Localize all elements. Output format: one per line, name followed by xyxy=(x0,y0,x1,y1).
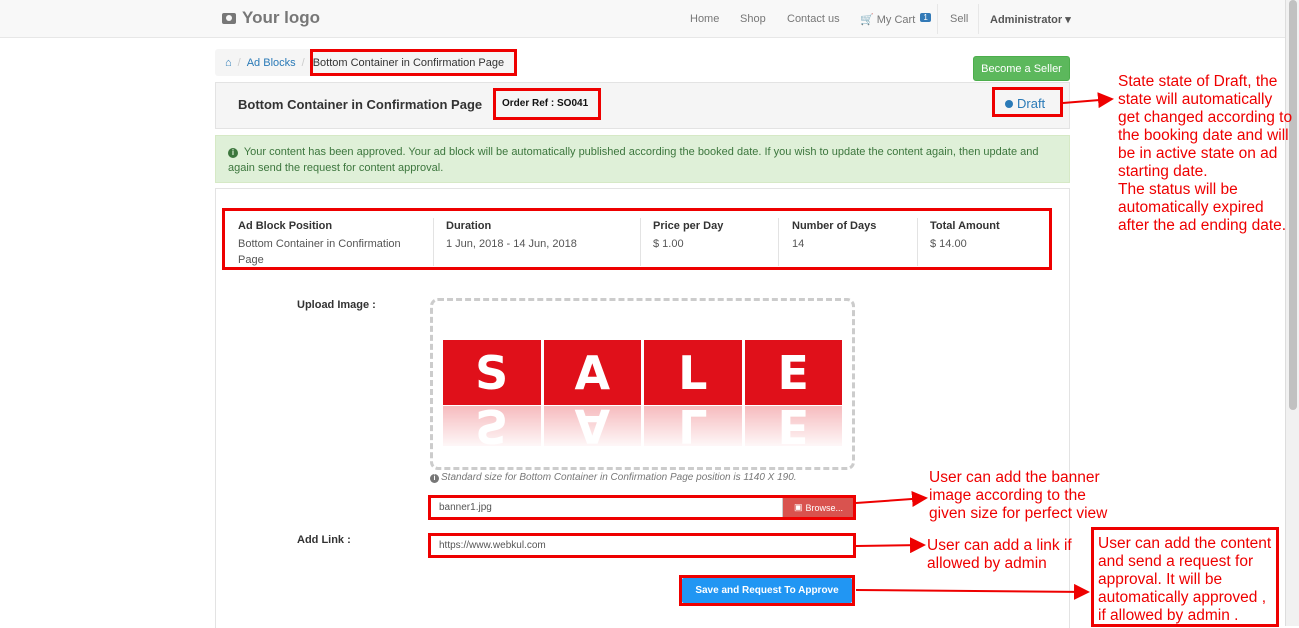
annotation-box xyxy=(992,87,1063,117)
annotation-link-note: User can add a link if allowed by admin xyxy=(927,537,1072,572)
breadcrumb-ad-blocks[interactable]: Ad Blocks xyxy=(247,57,296,69)
nav-shop[interactable]: Shop xyxy=(740,13,766,25)
nav-divider xyxy=(978,4,979,34)
add-link-label: Add Link : xyxy=(297,534,351,546)
annotation-banner-note: User can add the banner image according … xyxy=(929,469,1108,522)
page-title: Bottom Container in Confirmation Page xyxy=(238,97,483,112)
become-seller-button[interactable]: Become a Seller xyxy=(973,56,1070,81)
banner-letter: L xyxy=(644,340,742,405)
user-name: Administrator xyxy=(990,13,1063,26)
user-menu[interactable]: Administrator ▾ xyxy=(990,13,1071,26)
nav-cart[interactable]: 🛒 My Cart 1 xyxy=(860,12,931,26)
camera-icon xyxy=(222,12,236,24)
annotation-status-note: State state of Draft, the state will aut… xyxy=(1118,73,1293,234)
banner-preview-image: S A L E S A L E xyxy=(443,318,842,451)
cart-label: My Cart xyxy=(876,13,916,26)
size-hint: i Standard size for Bottom Container in C… xyxy=(430,472,797,483)
info-icon: i xyxy=(228,148,238,158)
annotation-box xyxy=(679,575,855,606)
annotation-box xyxy=(428,533,856,558)
header-panel: Bottom Container in Confirmation Page xyxy=(215,82,1070,129)
cart-count-badge: 1 xyxy=(920,12,931,22)
arrow-status xyxy=(1062,92,1114,109)
banner-letter: S xyxy=(443,340,541,405)
nav-home[interactable]: Home xyxy=(690,13,719,25)
annotation-submit-note: User can add the content and send a requ… xyxy=(1098,535,1272,624)
annotation-box xyxy=(493,88,601,120)
annotation-box xyxy=(310,49,517,76)
breadcrumb-separator: / xyxy=(301,56,305,69)
home-icon[interactable]: ⌂ xyxy=(225,57,232,69)
logo[interactable]: Your logo xyxy=(222,8,320,28)
caret-down-icon: ▾ xyxy=(1065,13,1071,26)
breadcrumb-separator: / xyxy=(237,56,241,69)
cart-icon: 🛒 xyxy=(860,13,874,26)
nav-contact[interactable]: Contact us xyxy=(787,13,840,25)
banner-letter: E xyxy=(744,340,842,405)
annotation-box xyxy=(428,495,856,520)
logo-text: Your logo xyxy=(242,8,321,27)
nav-divider xyxy=(937,4,938,34)
upload-image-label: Upload Image : xyxy=(297,299,376,311)
size-hint-text: Standard size for Bottom Container in Co… xyxy=(441,472,797,483)
nav-sell[interactable]: Sell xyxy=(950,13,968,25)
success-alert: i Your content has been approved. Your a… xyxy=(215,135,1070,183)
info-icon: i xyxy=(430,474,439,483)
reflection-fade xyxy=(443,406,842,451)
banner-letter: A xyxy=(543,340,641,405)
navbar: Your logo Home Shop Contact us 🛒 My Cart… xyxy=(0,0,1285,38)
annotation-box xyxy=(222,208,1052,270)
alert-text: Your content has been approved. Your ad … xyxy=(228,146,1039,174)
